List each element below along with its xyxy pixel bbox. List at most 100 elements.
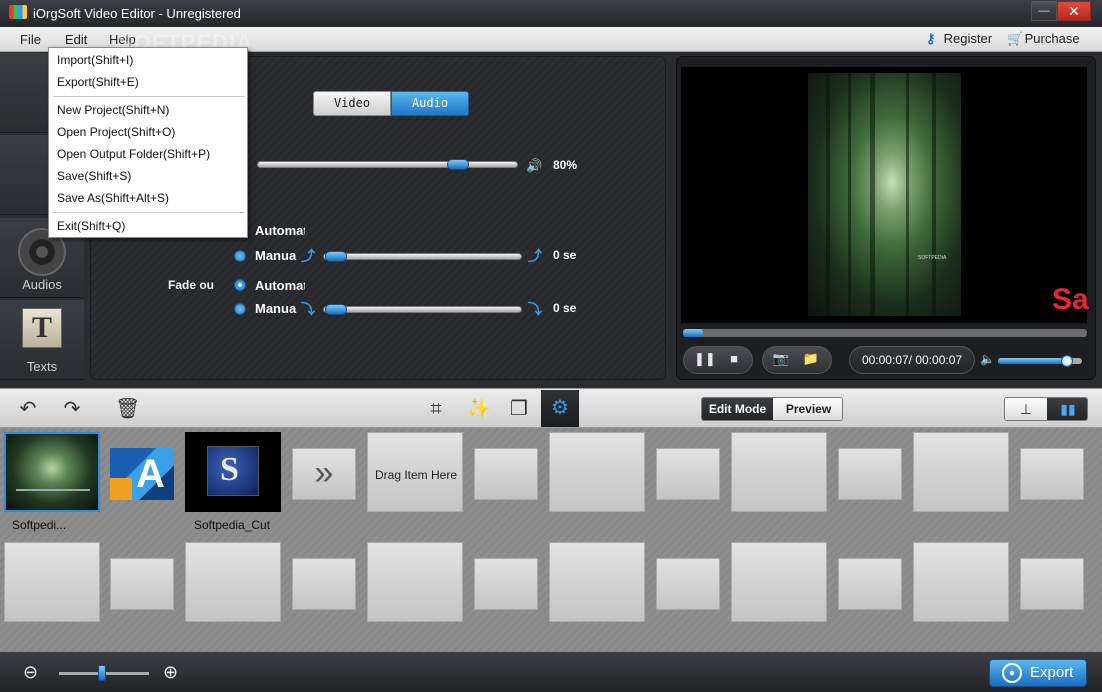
tab-audio[interactable]: Audio xyxy=(391,91,469,116)
fade-out-slider-knob[interactable] xyxy=(325,304,347,315)
seek-bar[interactable] xyxy=(683,329,1087,337)
drop-slot[interactable] xyxy=(838,558,902,610)
menu-item-open-project[interactable]: Open Project(Shift+O) xyxy=(57,125,245,139)
camera-icon[interactable]: 📷 xyxy=(771,351,791,367)
register-label: Register xyxy=(943,31,993,46)
drop-slot[interactable] xyxy=(656,558,720,610)
drop-slot[interactable] xyxy=(913,542,1009,622)
menu-item-new-project[interactable]: New Project(Shift+N) xyxy=(57,103,245,117)
preview-volume-slider[interactable] xyxy=(998,355,1082,367)
menu-edit[interactable]: Edit xyxy=(65,32,87,47)
menu-item-open-output-folder[interactable]: Open Output Folder(Shift+P) xyxy=(57,147,245,161)
fade-in-automatic-label[interactable]: Automat xyxy=(255,223,305,238)
menu-item-save[interactable]: Save(Shift+S) xyxy=(57,169,245,183)
editing-toolbar: ↶ ↷ 🗑 ⌗ ✨ ❐ ⚙ Edit Mode Preview ⊥ ▮▮ xyxy=(0,388,1102,428)
preview-speaker-icon[interactable]: 🔈 xyxy=(980,352,995,366)
fade-out-manual-label[interactable]: Manua xyxy=(255,301,305,316)
zoom-slider[interactable] xyxy=(59,665,149,681)
close-button[interactable]: ✕ xyxy=(1057,1,1091,21)
zoom-out-icon[interactable]: ⊖ xyxy=(23,662,38,683)
drop-slot[interactable] xyxy=(474,448,538,500)
menu-item-export[interactable]: Export(Shift+E) xyxy=(57,75,245,89)
undo-icon[interactable]: ↶ xyxy=(16,397,40,421)
fade-out-manual-radio[interactable] xyxy=(234,303,246,315)
drop-slot[interactable] xyxy=(731,542,827,622)
fade-out-automatic-radio[interactable] xyxy=(234,279,246,291)
trash-icon[interactable]: 🗑 xyxy=(115,397,140,421)
export-button[interactable]: Export xyxy=(989,659,1087,687)
preview-mode-button[interactable]: Preview xyxy=(773,398,842,420)
redo-icon[interactable]: ↷ xyxy=(60,397,84,421)
minimize-button[interactable]: — xyxy=(1031,1,1057,21)
timeline-view-icon[interactable]: ⊥ xyxy=(1005,398,1047,420)
drop-slot[interactable] xyxy=(1020,558,1084,610)
zoom-slider-knob[interactable] xyxy=(98,665,107,681)
fade-in-slider[interactable] xyxy=(323,251,522,262)
crop-icon[interactable]: ⌗ xyxy=(424,397,448,421)
drop-slot[interactable] xyxy=(838,448,902,500)
volume-value: 80% xyxy=(553,158,578,172)
menu-separator xyxy=(53,96,245,97)
volume-slider[interactable] xyxy=(257,159,518,170)
drop-slot[interactable] xyxy=(185,542,281,622)
video-frame xyxy=(808,73,961,316)
tab-video[interactable]: Video xyxy=(313,91,391,116)
clip-label: Softpedia_Cut xyxy=(194,518,271,532)
menu-item-import[interactable]: Import(Shift+I) xyxy=(57,53,245,67)
fade-out-label: Fade ou xyxy=(168,278,215,292)
drop-slot[interactable] xyxy=(4,542,100,622)
film-reel-icon xyxy=(1002,663,1022,683)
app-icon xyxy=(9,5,27,19)
drop-slot[interactable] xyxy=(1020,448,1084,500)
zoom-in-icon[interactable]: ⊕ xyxy=(163,662,178,683)
video-watermark: Sa xyxy=(1052,283,1089,316)
drop-slot[interactable] xyxy=(656,448,720,500)
drop-slot[interactable] xyxy=(913,432,1009,512)
settings-tool-active[interactable]: ⚙ xyxy=(541,390,579,427)
menu-file[interactable]: File xyxy=(20,32,41,47)
drop-slot[interactable] xyxy=(292,558,356,610)
fade-out-value: 0 se xyxy=(553,301,577,315)
fade-out-automatic-label[interactable]: Automat xyxy=(255,278,305,293)
menu-item-save-as[interactable]: Save As(Shift+Alt+S) xyxy=(57,191,245,205)
register-link[interactable]: ⚷ Register xyxy=(926,31,992,47)
drop-slot[interactable] xyxy=(549,432,645,512)
purchase-label: Purchase xyxy=(1024,31,1080,46)
playback-controls: ❚❚ ■ xyxy=(683,346,753,374)
folder-icon[interactable]: 📁 xyxy=(801,351,821,367)
drop-slot[interactable] xyxy=(474,558,538,610)
fade-out-slider[interactable] xyxy=(323,304,522,315)
drop-slot[interactable] xyxy=(110,558,174,610)
drop-slot[interactable] xyxy=(367,542,463,622)
stop-button[interactable]: ■ xyxy=(724,351,744,366)
pause-button[interactable]: ❚❚ xyxy=(694,351,716,367)
clip-thumbnail[interactable]: S xyxy=(185,432,281,512)
fade-in-value: 0 se xyxy=(553,248,577,262)
sidebar-item-texts[interactable]: T Texts xyxy=(0,300,84,380)
purchase-link[interactable]: 🛒 Purchase xyxy=(1007,31,1080,47)
drop-slot[interactable] xyxy=(731,432,827,512)
storyboard-view-icon[interactable]: ▮▮ xyxy=(1047,398,1087,420)
gear-icon[interactable]: ⚙ xyxy=(548,396,572,420)
cart-icon: 🛒 xyxy=(1007,31,1024,46)
drop-slot[interactable] xyxy=(549,542,645,622)
clip-label: Softpedi... xyxy=(12,518,67,532)
magic-wand-icon[interactable]: ✨ xyxy=(466,397,491,421)
edit-mode-button[interactable]: Edit Mode xyxy=(702,398,773,420)
clip-thumbnail[interactable]: A xyxy=(110,448,174,500)
menu-item-exit[interactable]: Exit(Shift+Q) xyxy=(57,219,245,233)
fade-in-manual-radio[interactable] xyxy=(234,250,246,262)
sidebar-item-label: Audios xyxy=(22,277,62,292)
fade-in-manual-label[interactable]: Manua xyxy=(255,248,305,263)
overlay-icon[interactable]: ❐ xyxy=(507,397,531,421)
preview-volume-knob[interactable] xyxy=(1060,355,1073,367)
more-clips-button[interactable]: » xyxy=(292,448,356,500)
text-icon: T xyxy=(22,308,62,348)
fade-in-end-icon: ⤴ xyxy=(528,248,542,264)
volume-slider-knob[interactable] xyxy=(446,159,469,170)
drop-slot[interactable]: Drag Item Here xyxy=(367,432,463,512)
preview-volume-fill xyxy=(998,358,1067,364)
fade-in-slider-knob[interactable] xyxy=(325,251,347,262)
seek-bar-fill xyxy=(683,329,704,337)
clip-thumbnail[interactable] xyxy=(4,432,100,512)
